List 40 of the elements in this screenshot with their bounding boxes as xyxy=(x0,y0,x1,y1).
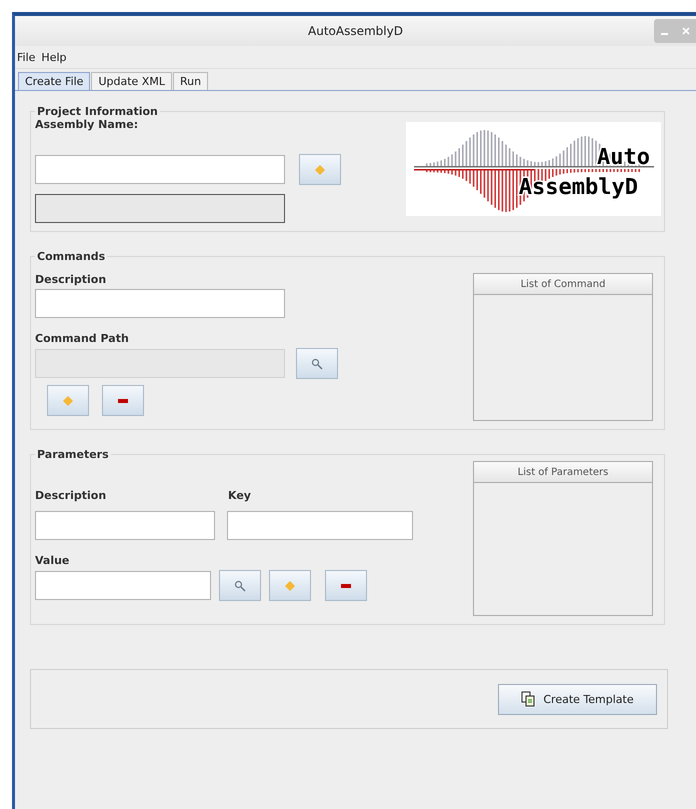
add-icon xyxy=(314,164,326,176)
add-button[interactable] xyxy=(299,154,341,185)
description-field[interactable] xyxy=(35,289,285,318)
field-label: Description xyxy=(35,273,108,288)
search-button[interactable] xyxy=(219,570,261,601)
command-list[interactable]: List of Command xyxy=(473,273,653,421)
remove-button[interactable] xyxy=(325,570,367,601)
add-button[interactable] xyxy=(269,570,311,601)
list-header: List of Parameters xyxy=(474,462,652,483)
field-label: Assembly Name: xyxy=(35,118,140,133)
key-field[interactable] xyxy=(227,511,413,540)
section-title: Project Information xyxy=(36,105,159,118)
field-label: Command Path xyxy=(35,332,130,347)
menu-item[interactable]: Help xyxy=(41,50,66,64)
field-label: Description xyxy=(35,489,108,504)
assembly-name-field[interactable] xyxy=(35,155,285,184)
menu-item[interactable]: File xyxy=(17,50,36,64)
search-button[interactable] xyxy=(296,348,338,379)
field-label: Value xyxy=(35,554,70,569)
add-button[interactable] xyxy=(47,385,89,416)
section-title: Parameters xyxy=(36,448,110,461)
document-icon xyxy=(521,691,536,707)
list-header: List of Command xyxy=(474,274,652,295)
add-icon xyxy=(284,580,296,592)
search-icon xyxy=(234,580,246,592)
logo-text: Auto xyxy=(597,145,650,170)
value-field[interactable] xyxy=(35,571,211,600)
tab[interactable]: Create File xyxy=(18,72,90,90)
remove-button[interactable] xyxy=(102,385,144,416)
close-icon[interactable] xyxy=(680,26,690,36)
parameter-list[interactable]: List of Parameters xyxy=(473,461,653,616)
search-icon xyxy=(311,358,323,370)
tab[interactable]: Update XML xyxy=(91,72,172,90)
section-title: Commands xyxy=(36,250,106,263)
description-field[interactable] xyxy=(35,511,215,540)
field-label: Key xyxy=(228,489,251,504)
tab[interactable]: Run xyxy=(172,72,208,90)
add-icon xyxy=(62,394,74,406)
create-template-button[interactable]: Create Template xyxy=(498,684,657,714)
window-title: AutoAssemblyD xyxy=(308,24,403,38)
